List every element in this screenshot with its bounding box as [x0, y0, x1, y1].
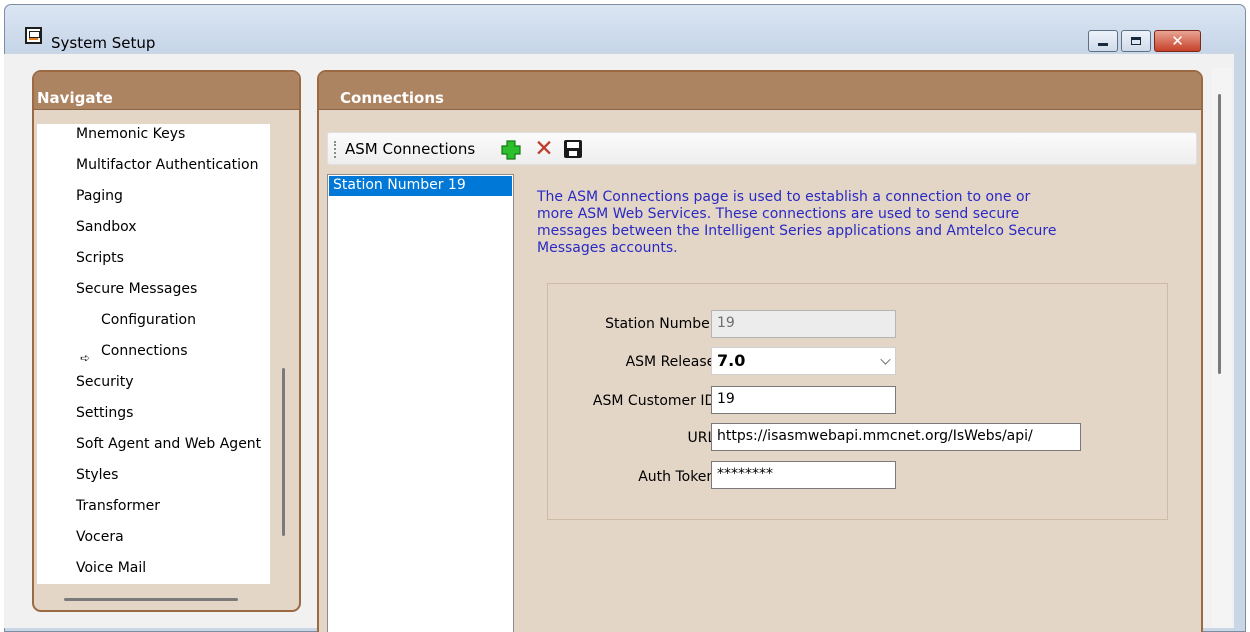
nav-item-paging[interactable]: Paging: [76, 188, 123, 204]
toolbar-grip[interactable]: [334, 141, 336, 158]
nav-item-configuration[interactable]: Configuration: [101, 312, 196, 328]
nav-item-connections[interactable]: Connections: [101, 343, 188, 359]
client-area: Navigate Mnemonic Keys Multifactor Authe…: [4, 54, 1234, 632]
nav-item-scripts[interactable]: Scripts: [76, 250, 124, 266]
page-scroll-track[interactable]: [1212, 68, 1232, 628]
navigate-panel: Navigate Mnemonic Keys Multifactor Authe…: [32, 70, 301, 612]
navigate-horizontal-scrollbar[interactable]: [64, 598, 238, 601]
url-label: URL:: [687, 430, 721, 446]
asm-release-label: ASM Release:: [625, 354, 720, 370]
nav-item-multifactor-authentication[interactable]: Multifactor Authentication: [76, 157, 258, 173]
nav-item-settings[interactable]: Settings: [76, 405, 133, 421]
plus-icon[interactable]: [500, 139, 522, 161]
chevron-down-icon: [880, 354, 891, 365]
station-list-item[interactable]: Station Number 19: [329, 176, 512, 196]
toolbar-title: ASM Connections: [345, 140, 476, 158]
minimize-button[interactable]: [1088, 30, 1118, 52]
auth-token-label: Auth Token:: [638, 469, 720, 485]
auth-token-field[interactable]: ********: [711, 461, 896, 489]
plus-icon-graphic: [501, 140, 521, 160]
navigate-list[interactable]: Mnemonic Keys Multifactor Authentication…: [37, 124, 270, 584]
asm-release-value: 7.0: [717, 351, 746, 370]
x-icon[interactable]: ✕: [533, 138, 555, 161]
nav-item-secure-messages[interactable]: Secure Messages: [76, 281, 197, 297]
close-icon: ✕: [1171, 31, 1184, 50]
navigate-header: Navigate: [34, 72, 299, 110]
asm-release-dropdown[interactable]: 7.0: [711, 347, 896, 375]
floppy-disk-icon[interactable]: [564, 140, 582, 158]
window-title: System Setup: [51, 34, 156, 52]
nav-item-security[interactable]: Security: [76, 374, 134, 390]
setup-window-icon[interactable]: [25, 27, 42, 44]
station-list[interactable]: Station Number 19: [327, 174, 514, 632]
nav-item-vocera[interactable]: Vocera: [76, 529, 124, 545]
connections-header: Connections: [319, 72, 1201, 110]
url-field[interactable]: https://isasmwebapi.mmcnet.org/IsWebs/ap…: [711, 423, 1081, 451]
connections-header-label: Connections: [340, 89, 444, 107]
connection-form: Station Number: 19 ASM Release: 7.0 ASM …: [547, 283, 1168, 520]
navigate-vertical-scrollbar[interactable]: [282, 368, 285, 536]
maximize-button[interactable]: [1121, 30, 1151, 52]
page-vertical-scrollbar[interactable]: [1218, 94, 1221, 374]
station-number-field: 19: [711, 310, 896, 338]
connections-description: The ASM Connections page is used to esta…: [537, 189, 1057, 256]
nav-item-sandbox[interactable]: Sandbox: [76, 219, 137, 235]
arrow-right-icon: ➪: [80, 351, 91, 365]
connections-panel: Connections ASM Connections ✕ Station Nu…: [317, 70, 1203, 632]
nav-item-styles[interactable]: Styles: [76, 467, 118, 483]
nav-item-transformer[interactable]: Transformer: [76, 498, 160, 514]
asm-connections-toolbar: ASM Connections ✕: [327, 132, 1197, 165]
asm-customer-id-field[interactable]: 19: [711, 386, 896, 414]
title-bar[interactable]: System Setup ✕: [5, 5, 1245, 52]
maximize-icon: [1131, 37, 1141, 45]
navigate-header-label: Navigate: [37, 89, 113, 107]
asm-customer-id-label: ASM Customer ID:: [592, 393, 720, 409]
station-number-label: Station Number:: [605, 316, 720, 332]
close-button[interactable]: ✕: [1154, 30, 1201, 52]
nav-item-soft-agent-and-web-agent[interactable]: Soft Agent and Web Agent: [76, 436, 261, 452]
nav-item-voice-mail[interactable]: Voice Mail: [76, 560, 146, 576]
nav-item-mnemonic-keys[interactable]: Mnemonic Keys: [76, 126, 185, 142]
minimize-icon: [1098, 42, 1108, 46]
